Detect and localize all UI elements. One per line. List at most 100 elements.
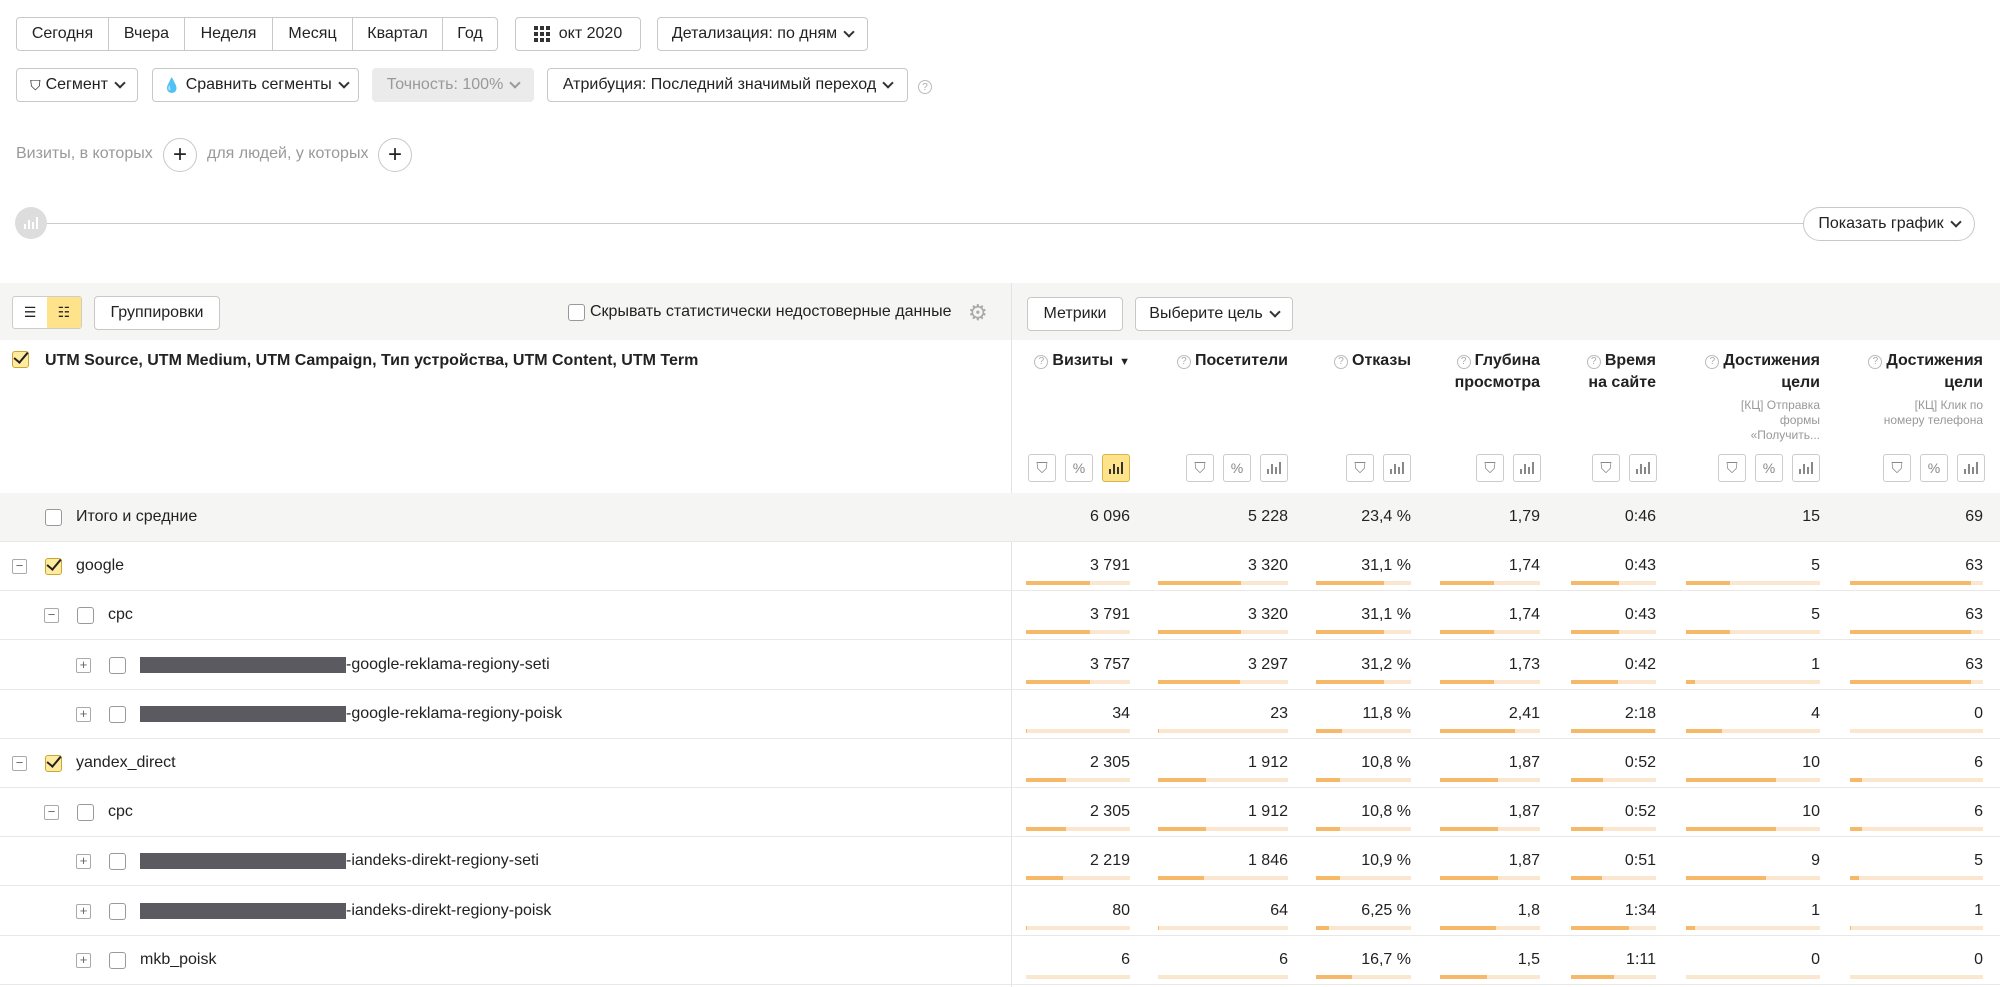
add-visit-condition-button[interactable]: + <box>163 138 197 172</box>
row-label[interactable]: cpc <box>108 606 133 624</box>
attribution-dropdown[interactable]: Атрибуция: Последний значимый переход <box>547 68 908 102</box>
filter-icon[interactable]: ⛉ <box>1186 454 1214 482</box>
row-checkbox[interactable] <box>45 755 62 772</box>
help-icon[interactable]: ? <box>1176 355 1191 369</box>
percent-icon[interactable]: % <box>1065 454 1093 482</box>
help-icon[interactable]: ? <box>918 80 932 94</box>
bar-chart-icon[interactable] <box>1792 454 1820 482</box>
metric-header-3[interactable]: ? Глубина просмотра <box>1430 350 1540 394</box>
row-checkbox[interactable] <box>109 951 126 969</box>
hide-unreliable-checkbox[interactable] <box>568 304 585 321</box>
metric-header-2[interactable]: ? Отказы <box>1311 350 1411 372</box>
period-week[interactable]: Неделя <box>185 18 273 50</box>
row-label[interactable]: -google-reklama-regiony-poisk <box>346 705 562 723</box>
table-row[interactable]: + mkb_poisk 6 6 16,7 % 1,5 1:11 0 0 <box>0 936 2000 985</box>
table-row[interactable]: + -google-reklama-regiony-poisk 34 23 11,8 %… <box>0 690 2000 739</box>
segment-button[interactable]: ⛉ Сегмент <box>16 68 138 102</box>
expand-icon[interactable]: + <box>76 952 91 968</box>
help-icon[interactable]: ? <box>1705 355 1720 369</box>
accuracy-dropdown[interactable]: Точность: 100% <box>372 68 534 102</box>
period-yesterday[interactable]: Вчера <box>109 18 185 50</box>
groupings-button[interactable]: Группировки <box>94 296 220 330</box>
date-picker-button[interactable]: окт 2020 <box>515 17 641 51</box>
row-checkbox[interactable] <box>109 853 126 871</box>
detail-dropdown[interactable]: Детализация: по дням <box>657 17 868 51</box>
period-month[interactable]: Месяц <box>273 18 353 50</box>
filter-icon[interactable]: ⛉ <box>1476 454 1504 482</box>
show-chart-button[interactable]: Показать график <box>1803 207 1975 241</box>
table-row[interactable]: − cpc 3 791 3 320 31,1 % 1,74 0:43 5 63 <box>0 591 2000 641</box>
collapse-icon[interactable]: − <box>44 608 59 624</box>
row-label[interactable]: -iandeks-direkt-regiony-seti <box>346 852 539 870</box>
row-checkbox[interactable] <box>109 656 126 674</box>
metrics-button[interactable]: Метрики <box>1027 297 1123 331</box>
bar-chart-icon[interactable] <box>1383 454 1411 482</box>
tree-view-icon[interactable]: ☷ <box>47 297 81 328</box>
collapse-icon[interactable]: − <box>44 805 59 821</box>
row-checkbox[interactable] <box>45 509 62 526</box>
row-checkbox[interactable] <box>109 902 126 920</box>
help-icon[interactable]: ? <box>1868 355 1883 369</box>
row-label[interactable]: -google-reklama-regiony-seti <box>346 656 550 674</box>
totals-row[interactable]: Итого и средние 6 096 5 228 23,4 % 1,79 0:46 1… <box>0 493 2000 542</box>
row-label[interactable]: google <box>76 557 124 575</box>
table-row[interactable]: + -iandeks-direkt-regiony-seti 2 219 1 846 1… <box>0 837 2000 887</box>
filter-icon[interactable]: ⛉ <box>1346 454 1374 482</box>
bar-chart-icon[interactable] <box>1102 454 1130 482</box>
period-today[interactable]: Сегодня <box>17 18 109 50</box>
help-icon[interactable]: ? <box>1334 355 1348 369</box>
help-icon[interactable]: ? <box>1034 355 1049 369</box>
filter-icon[interactable]: ⛉ <box>1883 454 1911 482</box>
percent-icon[interactable]: % <box>1223 454 1251 482</box>
metric-header-0[interactable]: ? Визиты ▼ <box>990 350 1130 373</box>
metric-header-6[interactable]: ? Достижения цели <box>1843 350 1983 394</box>
row-label[interactable]: mkb_poisk <box>140 951 216 969</box>
period-year[interactable]: Год <box>443 18 497 50</box>
expand-icon[interactable]: + <box>76 903 91 919</box>
table-row[interactable]: − google 3 791 3 320 31,1 % 1,74 0:43 5 63 <box>0 542 2000 592</box>
bar-chart-icon[interactable] <box>1629 454 1657 482</box>
dimension-checkbox[interactable] <box>12 351 29 368</box>
period-quarter[interactable]: Квартал <box>353 18 443 50</box>
sort-desc-icon[interactable]: ▼ <box>1119 356 1130 368</box>
add-people-condition-button[interactable]: + <box>378 138 412 172</box>
row-checkbox[interactable] <box>77 607 94 625</box>
bar-chart-icon[interactable] <box>1260 454 1288 482</box>
filter-icon[interactable]: ⛉ <box>1718 454 1746 482</box>
metric-bar-fill <box>1316 679 1384 684</box>
compare-segments-button[interactable]: 💧 Сравнить сегменты <box>152 68 359 102</box>
table-row[interactable]: + -google-reklama-regiony-seti 3 757 3 297 3… <box>0 641 2000 690</box>
row-checkbox[interactable] <box>109 705 126 723</box>
row-checkbox[interactable] <box>45 558 62 576</box>
list-view-icon[interactable]: ☰ <box>13 297 47 328</box>
expand-icon[interactable]: + <box>76 706 91 722</box>
bar-chart-icon[interactable] <box>1513 454 1541 482</box>
percent-icon[interactable]: % <box>1920 454 1948 482</box>
help-icon[interactable]: ? <box>1456 355 1471 369</box>
table-row[interactable]: − yandex_direct 2 305 1 912 10,8 % 1,87 0:52 10… <box>0 739 2000 788</box>
bar-chart-icon[interactable] <box>1957 454 1985 482</box>
metric-cell: 3 791 <box>1089 557 1130 575</box>
help-icon[interactable]: ? <box>1586 355 1601 369</box>
collapse-icon[interactable]: − <box>12 559 27 575</box>
metric-bar-fill <box>1026 581 1090 586</box>
table-row[interactable]: − cpc 2 305 1 912 10,8 % 1,87 0:52 10 6 <box>0 788 2000 838</box>
expand-icon[interactable]: + <box>76 854 91 870</box>
choose-goal-dropdown[interactable]: Выберите цель <box>1135 297 1293 331</box>
metric-header-1[interactable]: ? Посетители <box>1148 350 1288 372</box>
row-label[interactable]: -iandeks-direkt-regiony-poisk <box>346 902 551 920</box>
expand-icon[interactable]: + <box>76 657 91 673</box>
gear-icon[interactable]: ⚙ <box>968 300 988 326</box>
percent-icon[interactable]: % <box>1755 454 1783 482</box>
metric-bar <box>1026 827 1130 832</box>
row-label[interactable]: yandex_direct <box>76 754 176 772</box>
row-label[interactable]: cpc <box>108 803 133 821</box>
row-checkbox[interactable] <box>77 804 94 822</box>
metric-header-5[interactable]: ? Достижения цели <box>1680 350 1820 394</box>
filter-icon[interactable]: ⛉ <box>1028 454 1056 482</box>
table-row[interactable]: + -iandeks-direkt-regiony-poisk 80 64 6,25 %… <box>0 887 2000 936</box>
filter-icon[interactable]: ⛉ <box>1592 454 1620 482</box>
metric-header-4[interactable]: ? Время на сайте <box>1566 350 1656 394</box>
collapse-icon[interactable]: − <box>12 756 27 771</box>
chart-toggle-icon[interactable] <box>15 207 47 239</box>
